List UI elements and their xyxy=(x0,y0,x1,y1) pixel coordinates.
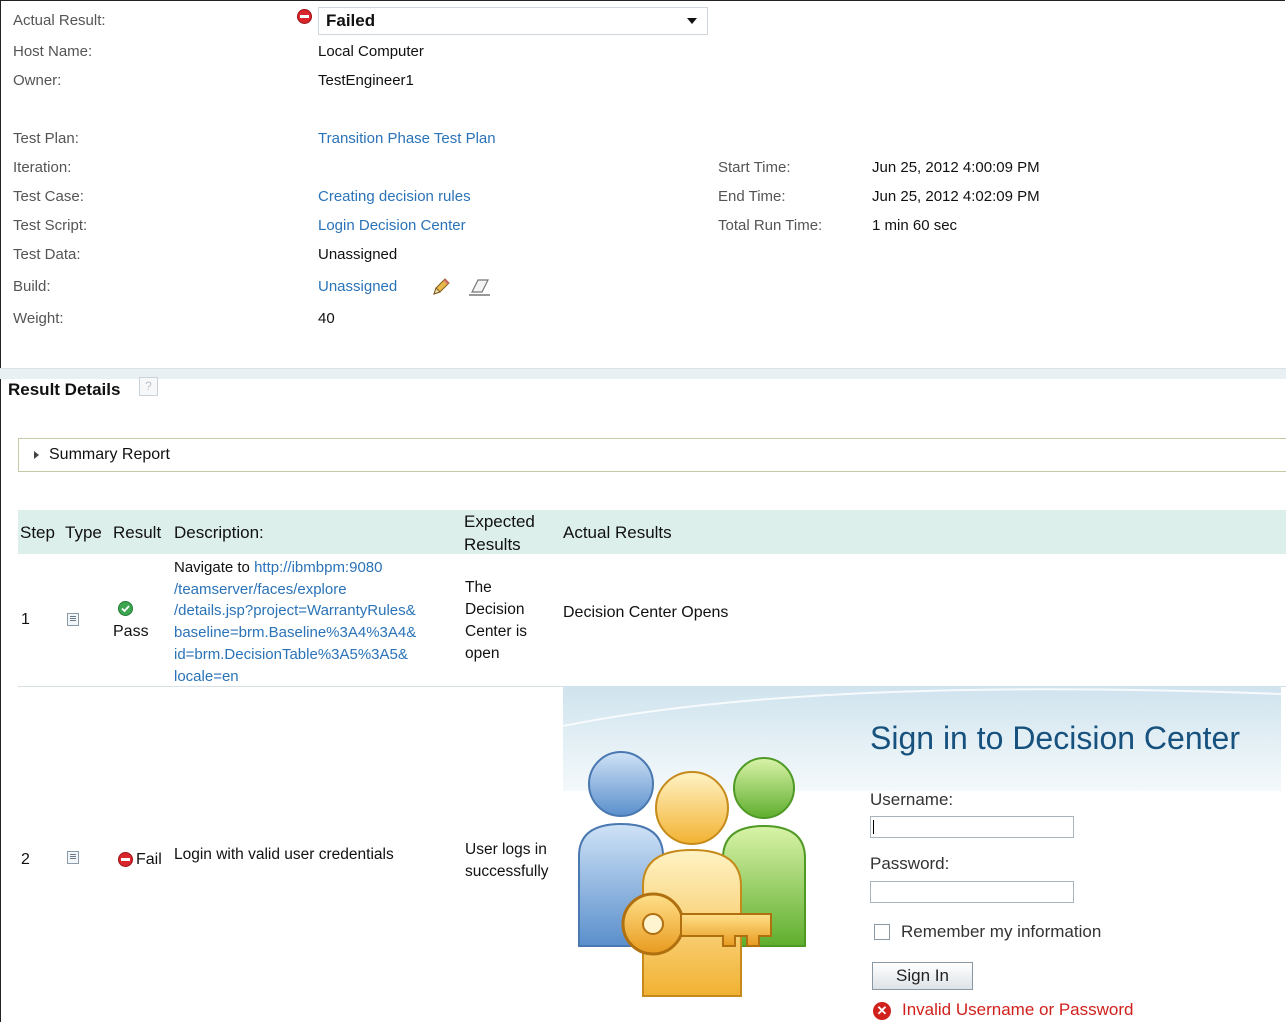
username-label: Username: xyxy=(870,790,954,809)
row1-description-link-line5[interactable]: id=brm.DecisionTable%3A5%3A5& xyxy=(174,644,464,666)
summary-report-section[interactable]: Summary Report xyxy=(18,438,1286,472)
header-actual-results: Actual Results xyxy=(563,523,672,542)
step-type-icon xyxy=(67,851,79,864)
row2-result: Fail xyxy=(136,851,162,868)
help-icon[interactable]: ? xyxy=(139,377,158,396)
sign-in-button: Sign In xyxy=(872,962,973,990)
login-title: Sign in to Decision Center xyxy=(870,720,1240,756)
password-input xyxy=(870,881,1074,903)
row1-description-prefix: Navigate to xyxy=(174,559,250,576)
header-expected-line1: Expected xyxy=(464,512,535,531)
row2-expected-line2: successfully xyxy=(465,863,549,880)
row2-step: 2 xyxy=(21,851,30,868)
row1-description-link-line3[interactable]: /details.jsp?project=WarrantyRules& xyxy=(174,600,464,622)
row1-result: Pass xyxy=(113,623,149,640)
header-description: Description: xyxy=(174,523,264,542)
row1-expected-line3: Center is xyxy=(465,623,528,640)
end-time-value: Jun 25, 2012 4:02:09 PM xyxy=(872,188,1040,205)
test-script-link[interactable]: Login Decision Center xyxy=(318,217,466,234)
test-case-label: Test Case: xyxy=(13,188,84,205)
iteration-label: Iteration: xyxy=(13,159,72,176)
test-case-link[interactable]: Creating decision rules xyxy=(318,188,471,205)
row1-actual: Decision Center Opens xyxy=(563,604,729,621)
row1-expected: The Decision Center is open xyxy=(465,577,527,665)
remember-checkbox xyxy=(874,924,890,940)
test-data-label: Test Data: xyxy=(13,246,81,263)
username-input xyxy=(870,816,1074,838)
pencil-icon[interactable] xyxy=(430,276,452,302)
test-data-value: Unassigned xyxy=(318,246,398,263)
login-screenshot: Sign in to Decision Center Username: Pas… xyxy=(563,686,1281,1023)
row1-description-link-line4[interactable]: baseline=brm.Baseline%3A4%3A4& xyxy=(174,622,464,644)
chevron-down-icon xyxy=(687,18,697,24)
host-name-label: Host Name: xyxy=(13,43,93,60)
actual-result-label: Actual Result: xyxy=(13,12,106,29)
test-plan-label: Test Plan: xyxy=(13,130,79,147)
summary-report-label: Summary Report xyxy=(49,446,170,463)
row2-expected: User logs in successfully xyxy=(465,839,549,883)
row1-description: Navigate to http://ibmbpm:9080 /teamserv… xyxy=(174,557,464,687)
weight-label: Weight: xyxy=(13,310,64,327)
pass-icon xyxy=(118,601,133,616)
result-details-heading: Result Details xyxy=(8,380,121,399)
test-plan-link[interactable]: Transition Phase Test Plan xyxy=(318,130,496,147)
total-run-time-label: Total Run Time: xyxy=(718,217,823,234)
row1-description-link-line6[interactable]: locale=en xyxy=(174,666,464,688)
row1-expected-line1: The xyxy=(465,579,492,596)
expand-triangle-icon xyxy=(34,451,39,459)
actual-result-selected: Failed xyxy=(326,11,376,30)
section-divider xyxy=(0,368,1286,379)
start-time-value: Jun 25, 2012 4:00:09 PM xyxy=(872,159,1040,176)
header-step: Step xyxy=(20,523,55,542)
header-type: Type xyxy=(65,523,102,542)
remember-label: Remember my information xyxy=(901,922,1102,941)
start-time-label: Start Time: xyxy=(718,159,791,176)
actual-result-dropdown[interactable]: Failed xyxy=(318,7,708,35)
build-link[interactable]: Unassigned xyxy=(318,278,397,295)
test-script-label: Test Script: xyxy=(13,217,88,234)
eraser-icon[interactable] xyxy=(466,276,492,302)
owner-value: TestEngineer1 xyxy=(318,72,414,89)
end-time-label: End Time: xyxy=(718,188,786,205)
row1-step: 1 xyxy=(21,611,30,628)
row1-description-link-line1[interactable]: http://ibmbpm:9080 xyxy=(254,559,382,576)
error-message: Invalid Username or Password xyxy=(902,1000,1134,1019)
header-result: Result xyxy=(113,523,162,542)
header-expected-line2: Results xyxy=(464,535,521,554)
failed-status-icon xyxy=(297,9,312,24)
text-caret xyxy=(873,820,874,834)
password-label: Password: xyxy=(870,854,950,873)
step-type-icon xyxy=(67,613,79,626)
host-name-value: Local Computer xyxy=(318,43,424,60)
weight-value: 40 xyxy=(318,310,335,327)
row2-description: Login with valid user credentials xyxy=(174,846,394,863)
total-run-time-value: 1 min 60 sec xyxy=(872,217,958,234)
users-key-icon xyxy=(578,751,806,997)
fail-icon xyxy=(118,852,133,867)
row1-expected-line2: Decision xyxy=(465,601,525,618)
build-label: Build: xyxy=(13,278,51,295)
row1-description-link-line2[interactable]: /teamserver/faces/explore xyxy=(174,579,464,601)
owner-label: Owner: xyxy=(13,72,62,89)
error-icon: ✕ xyxy=(873,1002,891,1020)
row2-expected-line1: User logs in xyxy=(465,841,547,858)
row1-expected-line4: open xyxy=(465,645,500,662)
